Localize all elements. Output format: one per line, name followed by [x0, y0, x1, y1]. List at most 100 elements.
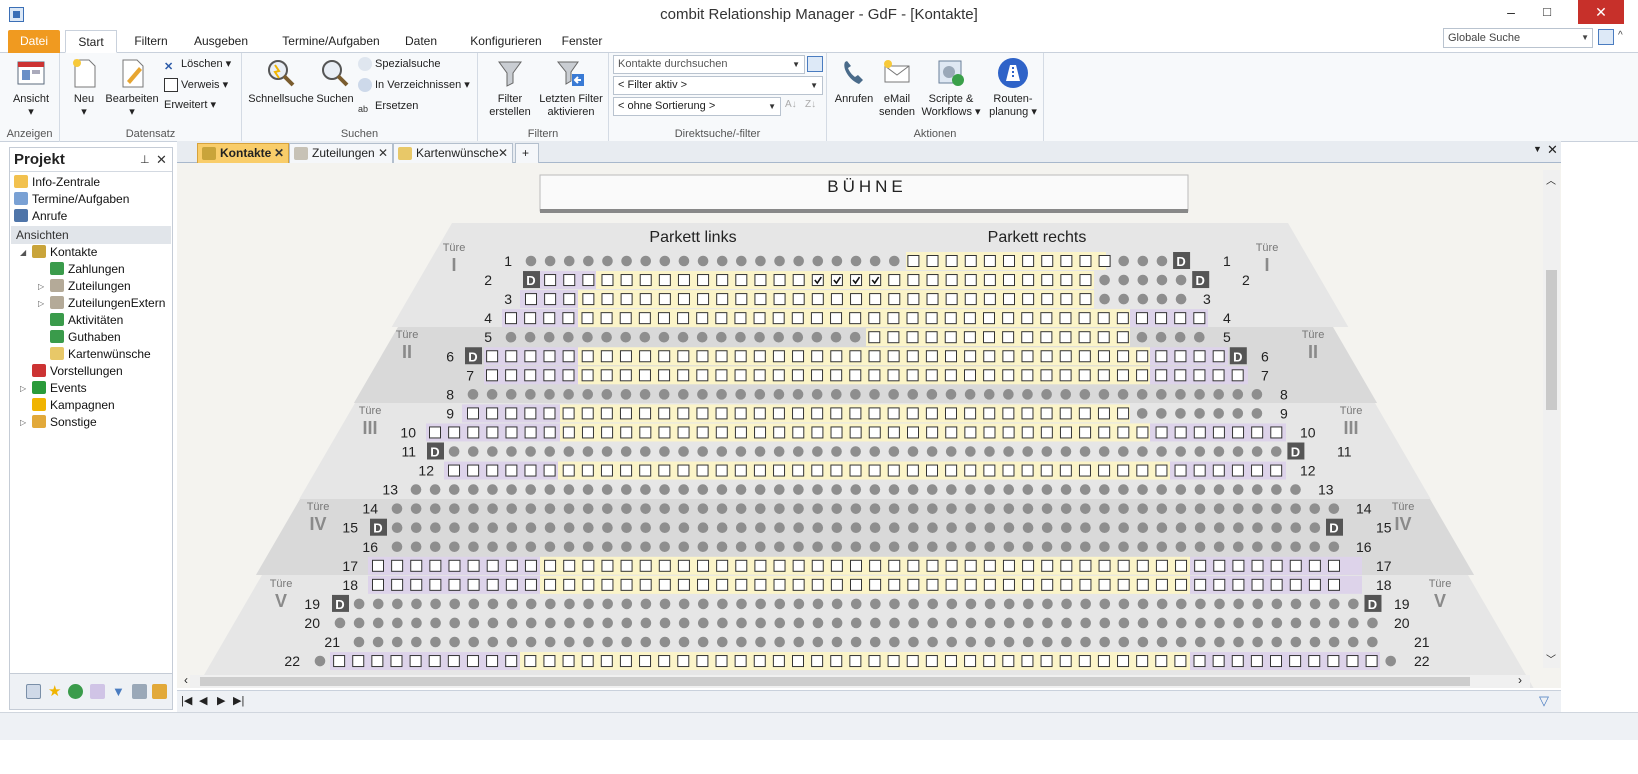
seat-dot[interactable] — [716, 636, 728, 648]
seat-checkbox[interactable] — [1078, 350, 1091, 363]
seat-dot[interactable] — [755, 255, 766, 267]
seat-checkbox[interactable] — [849, 407, 862, 420]
seat-dot[interactable] — [1175, 408, 1186, 419]
seat-checkbox[interactable] — [906, 464, 919, 477]
seat-dot[interactable] — [793, 255, 804, 267]
seat-checkbox[interactable] — [1097, 655, 1110, 668]
seat-dot[interactable] — [1251, 484, 1263, 495]
seat-checkbox[interactable] — [1117, 426, 1130, 439]
seat-dot[interactable] — [755, 598, 766, 610]
seat-dot[interactable] — [1309, 598, 1321, 610]
seat-dot[interactable] — [1137, 598, 1149, 610]
seat-dot[interactable] — [1061, 598, 1072, 610]
seat-checkbox[interactable] — [1136, 559, 1149, 572]
seat-dot[interactable] — [620, 389, 632, 400]
chevron-down-icon[interactable]: ▼ — [1581, 29, 1589, 47]
seat-checkbox[interactable] — [1098, 426, 1111, 439]
seat-dot[interactable] — [1118, 598, 1130, 610]
seat-checkbox[interactable] — [600, 655, 613, 668]
seat-checkbox[interactable] — [907, 578, 920, 591]
seat-dot[interactable] — [793, 484, 804, 495]
seat-dot[interactable] — [583, 255, 594, 267]
seat-checkbox[interactable] — [926, 255, 939, 267]
seat-dot[interactable] — [391, 541, 403, 553]
seat-checkbox[interactable] — [1116, 331, 1129, 344]
seat-dot[interactable] — [754, 484, 766, 495]
seat-checkbox[interactable] — [963, 331, 976, 344]
seat-checkbox[interactable] — [1116, 369, 1129, 382]
filter-select[interactable]: < Filter aktiv > ▼ — [613, 76, 823, 95]
seat-dot[interactable] — [754, 503, 766, 514]
seat-checkbox[interactable] — [888, 293, 901, 306]
seat-checkbox[interactable] — [1040, 369, 1053, 382]
seat-checkbox[interactable] — [505, 312, 517, 325]
seat-dot[interactable] — [677, 331, 689, 343]
seat-dot[interactable] — [1118, 446, 1129, 457]
seat-dot[interactable] — [1042, 617, 1053, 629]
seat-dot[interactable] — [640, 617, 652, 629]
seat-checkbox[interactable] — [1136, 464, 1149, 477]
seat-checkbox[interactable] — [850, 293, 863, 306]
seat-checkbox[interactable] — [887, 312, 900, 325]
seat-checkbox[interactable] — [811, 655, 824, 668]
seat-dot[interactable] — [1003, 617, 1015, 629]
seat-checkbox[interactable] — [543, 407, 556, 420]
seat-checkbox[interactable] — [926, 464, 938, 477]
seat-dot[interactable] — [1022, 541, 1034, 553]
seat-dot[interactable] — [1194, 331, 1205, 343]
seat-checkbox[interactable] — [1346, 655, 1359, 668]
seat-checkbox[interactable] — [869, 559, 882, 572]
seat-checkbox[interactable] — [1060, 255, 1073, 267]
seat-dot[interactable] — [621, 541, 632, 553]
seat-checkbox[interactable] — [581, 426, 594, 439]
seat-dot[interactable] — [1271, 541, 1282, 553]
seat-dot[interactable] — [850, 446, 861, 457]
seat-checkbox[interactable] — [1079, 559, 1092, 572]
schnellsuche-button[interactable]: Schnellsuche — [248, 56, 314, 106]
seat-checkbox[interactable] — [849, 464, 862, 477]
seat-checkbox[interactable] — [850, 559, 862, 572]
seat-dot[interactable] — [602, 598, 613, 610]
seat-checkbox[interactable] — [505, 426, 518, 439]
seat-checkbox[interactable] — [1193, 426, 1206, 439]
seat-dot[interactable] — [1079, 389, 1091, 400]
seat-checkbox[interactable] — [1059, 655, 1072, 668]
seat-checkbox[interactable] — [906, 655, 919, 668]
seat-dot[interactable] — [945, 446, 957, 457]
tree-item-kartenwünsche[interactable]: Kartenwünsche — [50, 346, 151, 363]
seat-checkbox[interactable] — [448, 578, 461, 591]
seat-dot[interactable] — [1213, 484, 1225, 495]
seat-checkbox[interactable] — [619, 312, 632, 325]
seat-dot[interactable] — [1232, 446, 1244, 457]
seat-dot[interactable] — [830, 331, 842, 343]
seat-checkbox[interactable] — [1270, 578, 1283, 591]
seat-checkbox[interactable] — [1002, 578, 1015, 591]
seat-dot[interactable] — [563, 484, 575, 495]
seat-checkbox[interactable] — [696, 407, 709, 420]
seat-checkbox[interactable] — [1135, 312, 1148, 325]
seat-checkbox[interactable] — [735, 274, 748, 287]
seat-dot[interactable] — [678, 484, 689, 495]
seat-checkbox[interactable] — [811, 578, 824, 591]
seat-checkbox[interactable] — [849, 426, 862, 439]
seat-checkbox[interactable] — [1155, 464, 1168, 477]
seat-checkbox[interactable] — [371, 655, 384, 668]
seat-dot[interactable] — [984, 598, 996, 610]
tree-item-events[interactable]: Events — [32, 380, 87, 397]
seat-checkbox[interactable] — [544, 578, 557, 591]
seat-dot[interactable] — [658, 389, 670, 400]
seat-checkbox[interactable] — [945, 407, 957, 420]
seat-dot[interactable] — [927, 503, 938, 514]
seat-dot[interactable] — [678, 617, 690, 629]
seat-dot[interactable] — [946, 522, 957, 533]
seat-dot[interactable] — [984, 522, 996, 533]
seat-dot[interactable] — [563, 541, 575, 553]
seat-checkbox[interactable] — [1212, 350, 1225, 363]
seat-dot[interactable] — [697, 598, 709, 610]
seat-dot[interactable] — [1041, 389, 1052, 400]
seat-dot[interactable] — [888, 484, 900, 495]
horizontal-scrollbar[interactable]: ‹ › — [184, 673, 1530, 688]
seat-checkbox[interactable] — [1021, 407, 1034, 420]
direct-search-input[interactable]: Kontakte durchsuchen ▼ — [613, 55, 805, 74]
seat-checkbox[interactable] — [1136, 578, 1149, 591]
